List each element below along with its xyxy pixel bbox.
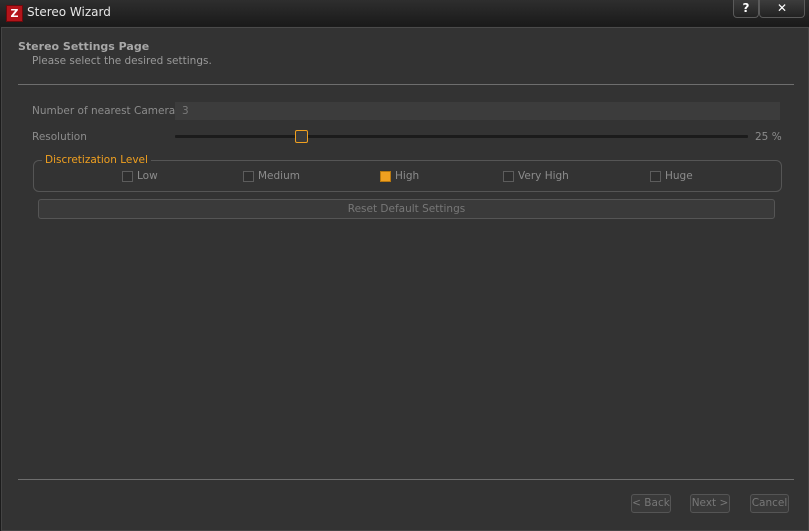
app-logo-icon: Z — [6, 5, 23, 22]
header-divider — [18, 84, 794, 85]
checkbox-icon — [650, 171, 661, 182]
back-button[interactable]: < Back — [631, 494, 671, 513]
footer-divider — [18, 479, 794, 480]
resolution-label: Resolution — [32, 131, 87, 143]
cameras-label: Number of nearest Cameras — [32, 105, 181, 117]
discretization-title: Discretization Level — [42, 154, 151, 166]
option-label: Medium — [258, 170, 300, 182]
option-label: High — [395, 170, 420, 182]
checkbox-icon — [380, 171, 391, 182]
title-bar: Z Stereo Wizard ? ✕ — [0, 0, 809, 26]
help-button[interactable]: ? — [733, 0, 759, 18]
wizard-page: Stereo Settings Page Please select the d… — [1, 27, 809, 531]
next-button[interactable]: Next > — [690, 494, 730, 513]
cameras-field[interactable] — [175, 102, 780, 120]
cancel-button[interactable]: Cancel — [750, 494, 789, 513]
resolution-slider-track[interactable] — [175, 135, 748, 138]
page-title: Stereo Settings Page — [18, 40, 150, 53]
close-button[interactable]: ✕ — [759, 0, 805, 18]
option-label: Huge — [665, 170, 693, 182]
checkbox-icon — [122, 171, 133, 182]
option-label: Very High — [518, 170, 569, 182]
option-label: Low — [137, 170, 158, 182]
page-subtitle: Please select the desired settings. — [32, 55, 212, 67]
reset-defaults-button[interactable]: Reset Default Settings — [38, 199, 775, 219]
checkbox-icon — [243, 171, 254, 182]
resolution-value: 25 % — [755, 131, 782, 143]
window-title: Stereo Wizard — [27, 5, 111, 19]
resolution-slider-handle[interactable] — [295, 130, 308, 143]
checkbox-icon — [503, 171, 514, 182]
